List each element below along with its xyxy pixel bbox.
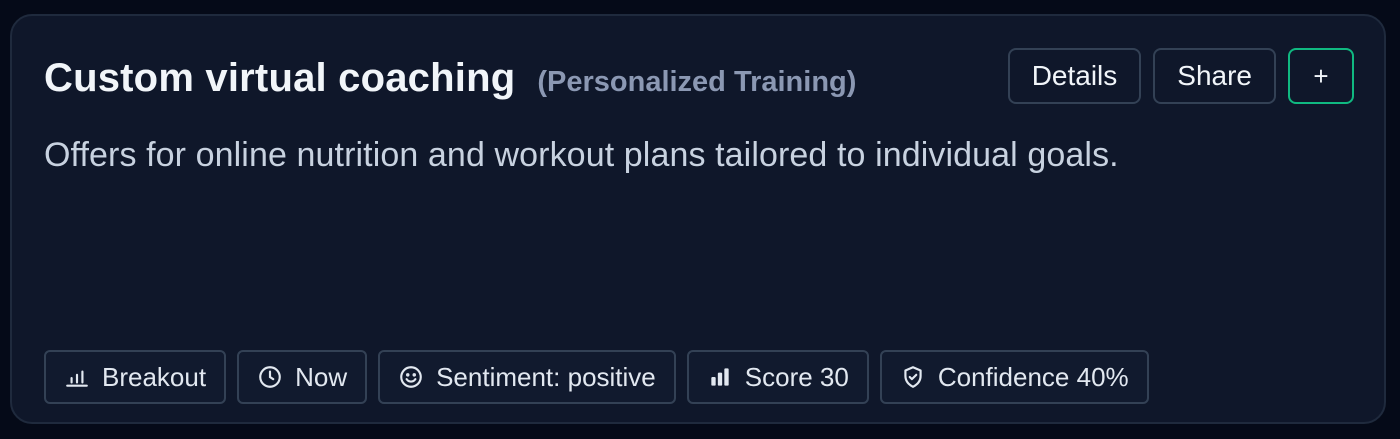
share-button[interactable]: Share — [1153, 48, 1276, 104]
chip-time: Now — [237, 350, 368, 404]
clock-icon — [259, 366, 281, 388]
chip-label: Score 30 — [744, 361, 849, 392]
details-button[interactable]: Details — [1007, 48, 1142, 104]
chip-confidence: Confidence 40% — [879, 350, 1149, 404]
chip-breakout: Breakout — [44, 350, 227, 404]
chip-label: Now — [295, 361, 348, 392]
smiley-icon — [400, 366, 422, 388]
chip-sentiment: Sentiment: positive — [378, 350, 676, 404]
shield-check-icon — [904, 366, 922, 388]
card-actions: Details Share + — [1007, 48, 1354, 104]
add-button[interactable]: + — [1288, 48, 1354, 104]
card-description: Offers for online nutrition and workout … — [44, 136, 1119, 174]
chip-score: Score 30 — [686, 350, 869, 404]
chip-row: Breakout Now Sentiment: positive Score 3… — [44, 350, 1149, 404]
signal-bars-icon — [711, 368, 729, 386]
bar-chart-icon — [66, 370, 88, 387]
chip-label: Sentiment: positive — [436, 361, 656, 392]
idea-card: Custom virtual coaching (Personalized Tr… — [10, 14, 1386, 424]
chip-label: Confidence 40% — [937, 361, 1129, 392]
chip-label: Breakout — [102, 361, 207, 392]
card-category: (Personalized Training) — [537, 66, 857, 98]
card-title: Custom virtual coaching — [44, 56, 516, 100]
card-header: Custom virtual coaching (Personalized Tr… — [44, 56, 856, 101]
